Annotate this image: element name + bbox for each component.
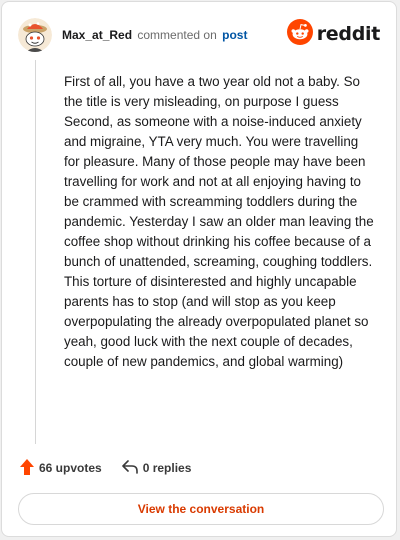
upvote-button[interactable]: 66 upvotes	[20, 458, 102, 478]
comment-embed-card: Max_at_Red commented on post reddit Firs…	[1, 1, 397, 537]
comment-actions: 66 upvotes 0 replies	[20, 458, 211, 478]
thread-line	[35, 60, 36, 444]
view-conversation-button[interactable]: View the conversation	[18, 493, 384, 525]
upvote-count: 66 upvotes	[39, 461, 102, 475]
reddit-logo-icon	[286, 18, 313, 50]
post-link[interactable]: post	[222, 28, 247, 42]
action-text: commented on	[137, 28, 217, 42]
comment-meta: Max_at_Red commented on post	[62, 27, 247, 43]
reply-count: 0 replies	[142, 461, 192, 475]
snoo-avatar-icon[interactable]	[18, 18, 52, 52]
reply-arrow-icon	[121, 459, 143, 477]
username-link[interactable]: Max_at_Red	[62, 28, 132, 42]
comment-body: First of all, you have a two year old no…	[64, 74, 374, 369]
upvote-arrow-icon	[20, 458, 39, 478]
reddit-wordmark: reddit	[316, 23, 381, 45]
reply-button[interactable]: 0 replies	[121, 459, 192, 477]
reddit-brand[interactable]: reddit	[286, 18, 381, 50]
comment-header: Max_at_Red commented on post reddit	[18, 18, 380, 52]
